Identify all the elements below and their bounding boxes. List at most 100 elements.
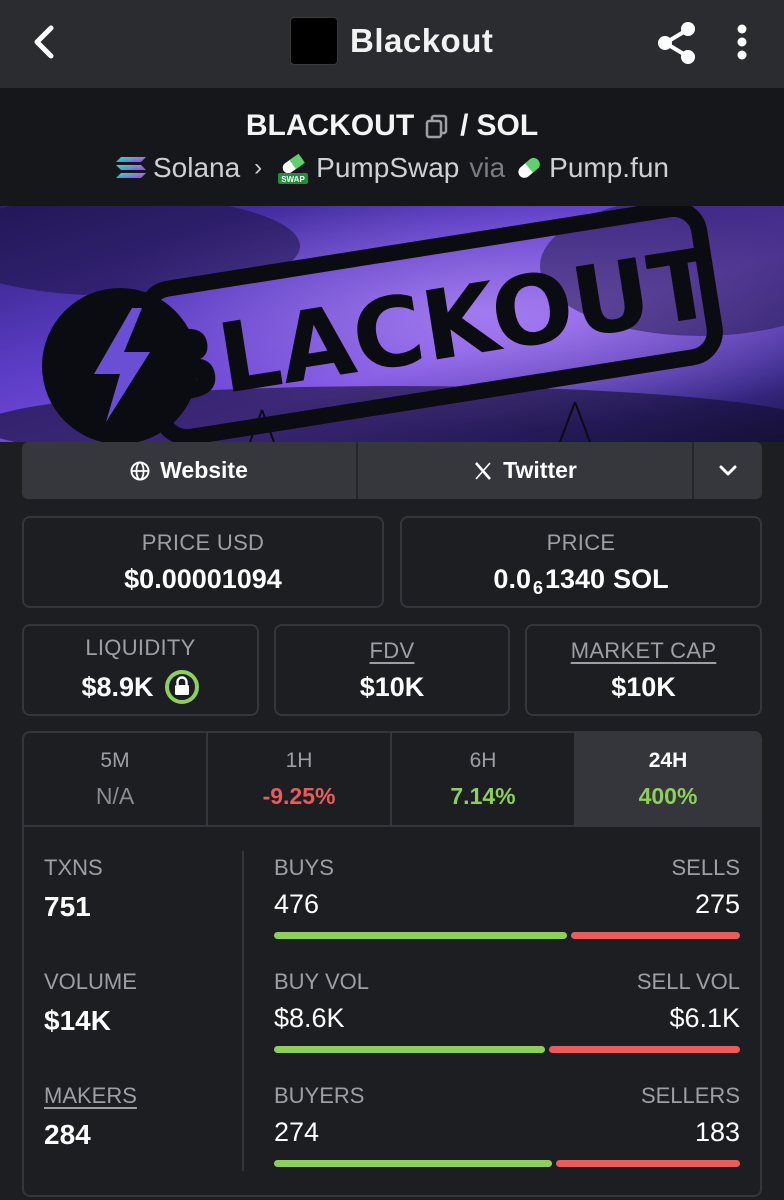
sells-bar: [571, 932, 740, 939]
more-button[interactable]: [728, 20, 756, 66]
stats-grid: TXNS 751 VOLUME $14K MAKERS 284 BUYS SEL…: [24, 827, 760, 1195]
buys-value: 476: [274, 889, 320, 919]
price-native-value: 0.0 6 1340 SOL: [493, 563, 669, 598]
chain-breadcrumb: Solana › SWAP PumpSwap via Pump.fun: [0, 148, 784, 188]
tab-1h-change: -9.25%: [262, 782, 336, 809]
pair-header: BLACKOUT / SOL Solana › SWAP PumpSwap vi…: [0, 88, 784, 206]
lock-icon[interactable]: [164, 669, 200, 705]
token-banner: BLACKOUT: [0, 206, 784, 442]
price-usd-card: PRICE USD $0.00001094: [22, 516, 384, 608]
pair-separator: /: [460, 109, 469, 142]
x-logo-icon: [475, 461, 492, 480]
copy-icon[interactable]: [424, 113, 450, 139]
app-bar-title: Blackout: [350, 22, 494, 59]
makers-value: 284: [44, 1119, 91, 1150]
price-zero-count: 6: [532, 577, 543, 598]
back-button[interactable]: [22, 18, 66, 66]
tab-6h[interactable]: 6H 7.14%: [392, 733, 576, 825]
makers-label[interactable]: MAKERS: [44, 1083, 137, 1109]
liquidity-card: LIQUIDITY $8.9K: [22, 624, 259, 716]
banner-image: BLACKOUT: [0, 206, 784, 442]
buyers-value: 274: [274, 1117, 320, 1147]
fdv-label[interactable]: FDV: [370, 638, 415, 664]
buy-vol-value: $8.6K: [274, 1003, 345, 1033]
buys-bar: [274, 932, 568, 939]
more-links-toggle[interactable]: [694, 442, 762, 499]
twitter-label: Twitter: [503, 457, 577, 483]
buy-sell-vol-ratio-bar: [274, 1046, 740, 1053]
buy-vol-label: BUY VOL: [274, 969, 369, 994]
website-label: Website: [160, 457, 248, 483]
share-button[interactable]: [654, 20, 700, 66]
liquidity-label: LIQUIDITY: [85, 635, 196, 660]
sell-vol-label: SELL VOL: [636, 969, 740, 994]
buy-vol-bar: [274, 1046, 545, 1053]
market-cap-label[interactable]: MARKET CAP: [571, 638, 717, 664]
makers-stat: MAKERS 284: [44, 1083, 137, 1151]
buys-sells-stat: BUYS SELLS 476 275: [274, 855, 740, 939]
tab-5m-change: N/A: [95, 782, 135, 809]
fdv-card: FDV $10K: [274, 624, 510, 716]
launchpad-name-link[interactable]: Pump.fun: [549, 152, 669, 184]
sells-value: 275: [694, 889, 740, 919]
token-avatar: [290, 17, 338, 65]
liquidity-value: $8.9K: [81, 671, 154, 702]
pumpswap-icon: SWAP: [278, 153, 309, 184]
tab-6h-change: 7.14%: [450, 782, 516, 809]
market-cap-card: MARKET CAP $10K: [525, 624, 762, 716]
buy-sell-vol-stat: BUY VOL SELL VOL $8.6K $6.1K: [274, 969, 740, 1053]
sellers-bar: [555, 1160, 740, 1167]
tab-1h[interactable]: 1H -9.25%: [208, 733, 392, 825]
share-icon: [658, 22, 695, 64]
solana-icon: [115, 157, 146, 178]
sellers-value: 183: [694, 1117, 740, 1147]
pumpfun-icon: [518, 157, 540, 178]
buys-label: BUYS: [274, 855, 334, 880]
timeframe-stats-panel: 5M N/A 1H -9.25% 6H 7.14% 24H 400% TXNS …: [22, 731, 762, 1197]
sellers-label: SELLERS: [640, 1083, 740, 1108]
app-bar-title-group: Blackout: [290, 16, 493, 66]
svg-text:SWAP: SWAP: [281, 175, 305, 184]
price-usd-label: PRICE USD: [141, 529, 265, 555]
volume-stat: VOLUME $14K: [44, 969, 137, 1037]
price-native-label: PRICE: [546, 529, 616, 555]
txns-value: 751: [44, 891, 91, 922]
tab-24h-label: 24H: [648, 748, 688, 772]
price-prefix: 0.0: [493, 563, 531, 594]
pair-title: BLACKOUT / SOL: [0, 106, 784, 146]
price-unit: SOL: [613, 563, 669, 594]
price-native-card: PRICE 0.0 6 1340 SOL: [400, 516, 762, 608]
tab-24h-change: 400%: [638, 782, 698, 809]
market-cap-value: $10K: [611, 671, 676, 702]
website-button[interactable]: Website: [22, 442, 358, 499]
buys-sells-ratio-bar: [274, 932, 740, 939]
buyers-bar: [274, 1160, 552, 1167]
sell-vol-value: $6.1K: [669, 1003, 740, 1033]
buyers-sellers-stat: BUYERS SELLERS 274 183: [274, 1083, 740, 1167]
fdv-value: $10K: [359, 671, 425, 702]
twitter-button[interactable]: Twitter: [358, 442, 694, 499]
chevron-left-icon: [34, 25, 54, 59]
tab-1h-label: 1H: [285, 748, 313, 772]
globe-icon: [130, 461, 150, 480]
tab-24h[interactable]: 24H 400%: [576, 733, 760, 825]
tab-5m-label: 5M: [100, 748, 130, 772]
dex-name-link[interactable]: PumpSwap: [316, 152, 459, 184]
pair-base-symbol: BLACKOUT: [245, 109, 415, 142]
txns-stat: TXNS 751: [44, 855, 103, 923]
volume-label: VOLUME: [44, 969, 137, 994]
stats-divider: [242, 851, 244, 1171]
via-label: via: [469, 152, 506, 183]
chain-name-link[interactable]: Solana: [153, 152, 240, 184]
pair-quote-symbol: SOL: [476, 109, 539, 142]
timeframe-tabs: 5M N/A 1H -9.25% 6H 7.14% 24H 400%: [24, 733, 760, 827]
more-vertical-icon: [737, 24, 747, 60]
chevron-down-icon: [719, 465, 737, 475]
chevron-right-icon: ›: [254, 154, 263, 181]
app-bar: Blackout: [0, 0, 784, 88]
price-digits: 1340: [544, 563, 606, 594]
tab-5m[interactable]: 5M N/A: [24, 733, 208, 825]
price-usd-value: $0.00001094: [124, 563, 282, 594]
sells-label: SELLS: [671, 855, 741, 880]
links-bar: Website Twitter: [22, 442, 762, 499]
